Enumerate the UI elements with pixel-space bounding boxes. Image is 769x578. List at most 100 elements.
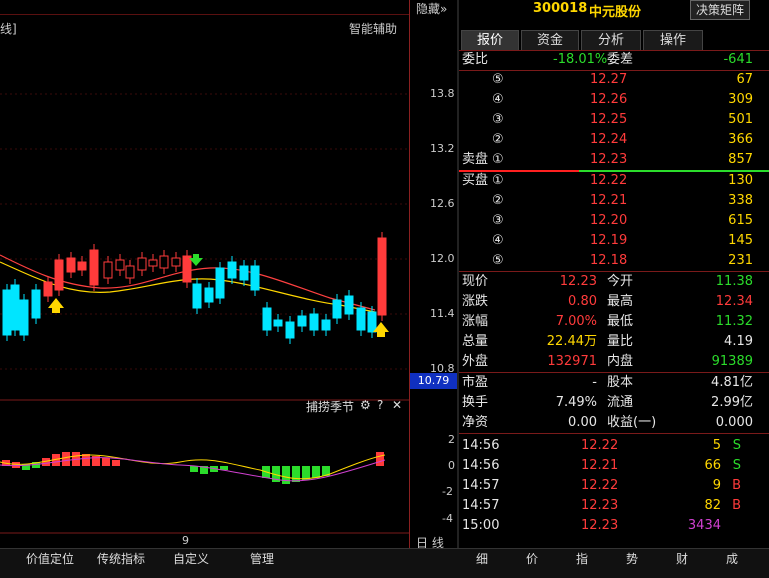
tick-volume: 66 — [704, 458, 721, 473]
buy-volume: 145 — [728, 233, 753, 248]
hide-button[interactable]: 隐藏» — [416, 0, 447, 17]
stock-name: 中元股份 — [589, 5, 642, 20]
candle-body — [159, 255, 169, 269]
tab-quote[interactable]: 报价 — [461, 30, 519, 50]
macd-bar — [102, 458, 110, 466]
stat-label: 流通 — [607, 395, 634, 410]
stat-label: 今开 — [607, 274, 634, 289]
stat-row: 现价 12.23 今开 11.38 — [459, 272, 759, 292]
tick-side: B — [732, 498, 741, 513]
sub-axis-tick: 0 — [448, 459, 455, 472]
stat-label: 收益(一) — [607, 415, 657, 430]
sell-volume: 67 — [736, 72, 753, 87]
level-icon: ③ — [492, 213, 504, 228]
level-icon: ⑤ — [492, 253, 504, 268]
tab-manage[interactable]: 管理 — [250, 549, 274, 569]
candle-body — [54, 259, 64, 291]
tab-detail[interactable]: 细 — [476, 549, 488, 569]
sell-volume: 366 — [728, 132, 753, 147]
candle-body — [43, 281, 53, 297]
macd-bars — [2, 452, 384, 484]
buy-row[interactable]: ④ 12.19 145 — [459, 231, 759, 251]
sub-axis-tick: -2 — [442, 485, 453, 498]
tick-volume: 5 — [712, 438, 721, 453]
stat-value: 7.00% — [555, 314, 597, 329]
tick-time: 14:56 — [462, 438, 500, 453]
sell-row[interactable]: ② 12.24 366 — [459, 130, 759, 150]
tick-side: S — [732, 458, 741, 473]
stat-label: 股本 — [607, 375, 634, 390]
candle-body — [19, 299, 29, 336]
buy-volume: 338 — [728, 193, 753, 208]
close-icon[interactable]: ✕ — [392, 398, 402, 412]
candle-body — [2, 289, 12, 336]
tick-row: 14:57 12.23 82 B — [459, 496, 759, 516]
axis-tick: 12.0 — [430, 252, 455, 265]
kline-svg — [0, 93, 409, 534]
tab-value-position[interactable]: 价值定位 — [26, 549, 74, 569]
stat-label: 涨跌 — [462, 294, 489, 309]
macd-bar — [312, 466, 320, 478]
axis-tick: 13.2 — [430, 142, 455, 155]
buy-row[interactable]: ③ 12.20 615 — [459, 211, 759, 231]
stat-label: 涨幅 — [462, 314, 489, 329]
tab-price[interactable]: 价 — [526, 549, 538, 569]
price-axis: 隐藏» 13.8 13.2 12.6 12.0 11.4 10.8 10.79 … — [409, 0, 457, 550]
decision-matrix-button[interactable]: 决策矩阵 — [690, 0, 750, 20]
sell-price: 12.26 — [590, 92, 628, 107]
stat-row: 总量 22.44万 量比 4.19 — [459, 332, 759, 352]
level-icon: ② — [492, 132, 504, 147]
sell-row[interactable]: ⑤ 12.27 67 — [459, 70, 759, 90]
buy-row[interactable]: 买盘 ① 12.22 130 — [459, 171, 759, 191]
tick-time: 14:57 — [462, 498, 500, 513]
tab-index[interactable]: 指 — [576, 549, 588, 569]
candles-group — [2, 232, 387, 344]
buy-price: 12.19 — [590, 233, 628, 248]
stat-value: 22.44万 — [546, 334, 597, 349]
tab-deal[interactable]: 成 — [726, 549, 738, 569]
tab-finance[interactable]: 财 — [676, 549, 688, 569]
sell-row[interactable]: ③ 12.25 501 — [459, 110, 759, 130]
candle-body — [332, 299, 342, 319]
sub-indicator-name: 捕捞季节 — [306, 400, 355, 414]
help-icon[interactable]: ? — [377, 398, 383, 412]
candle-body — [115, 259, 125, 271]
buy-price: 12.18 — [590, 253, 628, 268]
sell-label: 卖盘 — [462, 152, 489, 167]
tab-trend[interactable]: 势 — [626, 549, 638, 569]
stat-value: 0.000 — [715, 415, 753, 430]
stat-value: 132971 — [547, 354, 597, 369]
tab-custom[interactable]: 自定义 — [173, 549, 209, 569]
stat-value: 91389 — [711, 354, 753, 369]
sell-volume: 857 — [728, 152, 753, 167]
tab-traditional-indicators[interactable]: 传统指标 — [97, 549, 145, 569]
tab-operate[interactable]: 操作 — [643, 30, 703, 50]
macd-bar — [62, 452, 70, 466]
candle-body — [103, 261, 113, 279]
buy-row[interactable]: ② 12.21 338 — [459, 191, 759, 211]
tab-funds[interactable]: 资金 — [521, 30, 579, 50]
sell-price: 12.27 — [590, 72, 628, 87]
tick-volume: 82 — [704, 498, 721, 513]
buy-volume: 615 — [728, 213, 753, 228]
sell-row[interactable]: 卖盘 ① 12.23 857 — [459, 150, 759, 170]
buy-row[interactable]: ⑤ 12.18 231 — [459, 251, 759, 271]
kline-chart[interactable]: 线] 智能辅助 捕捞季节 ⚙ ? ✕ 9 — [0, 0, 409, 548]
sell-row[interactable]: ④ 12.26 309 — [459, 90, 759, 110]
buy-label: 买盘 — [462, 173, 489, 188]
buy-signal-icon — [48, 298, 64, 313]
gear-icon[interactable]: ⚙ — [360, 398, 371, 412]
candle-body — [227, 261, 237, 279]
candle-body — [250, 265, 260, 291]
macd-bar — [282, 466, 290, 484]
stat-value: 0.80 — [568, 294, 597, 309]
buy-price: 12.20 — [590, 213, 628, 228]
tab-analysis[interactable]: 分析 — [581, 30, 641, 50]
level-icon: ④ — [492, 233, 504, 248]
candle-body — [285, 321, 295, 339]
stat2-row: 换手 7.49% 流通 2.99亿 — [459, 393, 759, 413]
candle-body — [273, 319, 283, 327]
stat2-row: 市盈 - 股本 4.81亿 — [459, 373, 759, 393]
candle-body — [356, 307, 366, 331]
tick-side: S — [732, 438, 741, 453]
